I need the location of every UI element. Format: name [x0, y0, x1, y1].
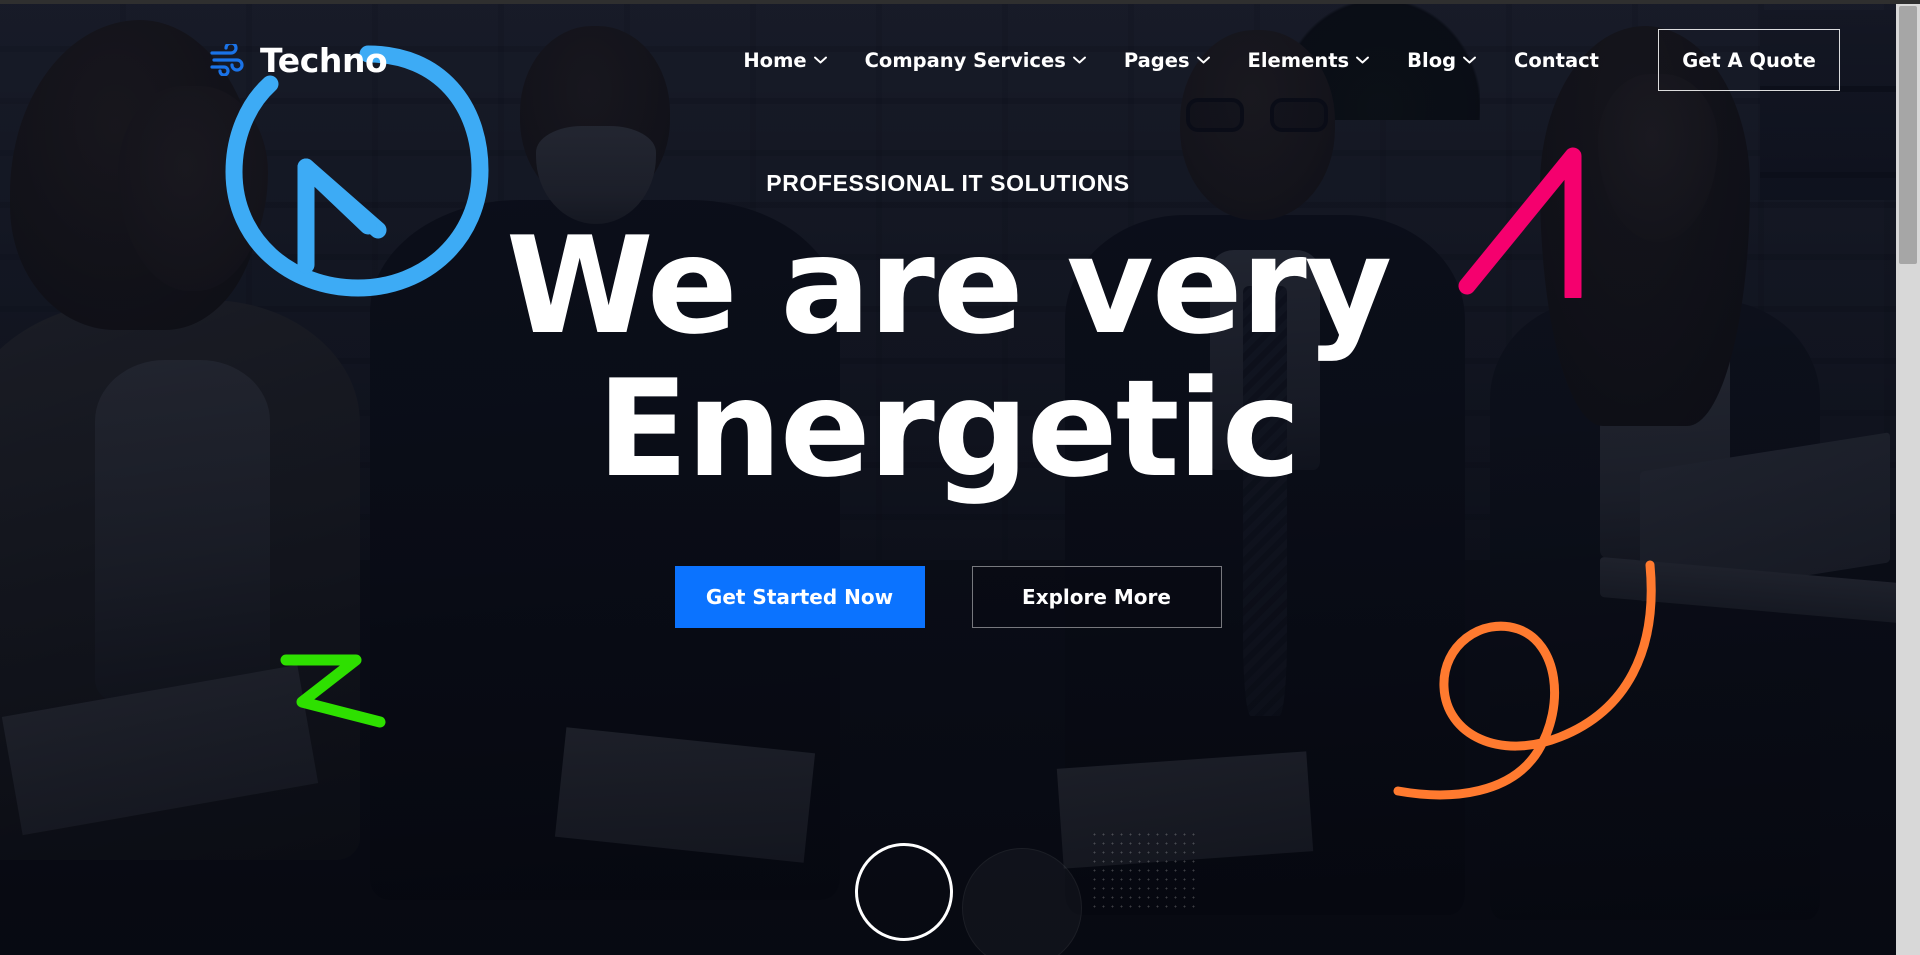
nav-label: Company Services	[864, 48, 1066, 72]
nav-label: Elements	[1247, 48, 1350, 72]
hero-title-line-2: Energetic	[596, 351, 1301, 508]
nav-item-elements[interactable]: Elements	[1229, 39, 1389, 82]
hero-title: We are very Energetic	[506, 214, 1392, 502]
get-started-now-button[interactable]: Get Started Now	[674, 565, 925, 628]
chevron-down-icon	[1072, 56, 1086, 64]
chevron-down-icon	[813, 56, 827, 64]
hero-actions: Get Started Now Explore More	[674, 565, 1222, 628]
browser-top-edge	[0, 0, 1920, 4]
brand-name: Techno	[260, 40, 388, 80]
nav-label: Contact	[1514, 48, 1599, 72]
hero-section: PROFESSIONAL IT SOLUTIONS We are very En…	[0, 170, 1896, 628]
hero-title-line-1: We are very	[505, 208, 1392, 364]
site-header: Techno Home Company Services Pages Eleme…	[0, 0, 1896, 120]
chevron-down-icon	[1196, 56, 1210, 64]
hero-subtitle: PROFESSIONAL IT SOLUTIONS	[766, 170, 1130, 196]
decorative-dot-grid	[1090, 830, 1200, 910]
wind-icon	[210, 44, 244, 76]
nav-item-home[interactable]: Home	[724, 39, 845, 82]
page-scrollbar[interactable]	[1896, 0, 1920, 955]
chevron-down-icon	[1463, 56, 1476, 64]
main-navigation: Home Company Services Pages Elements Blo…	[724, 29, 1840, 91]
get-a-quote-button[interactable]: Get A Quote	[1658, 29, 1840, 91]
nav-label: Blog	[1407, 48, 1457, 72]
scroll-indicator-circle[interactable]	[855, 843, 953, 941]
scrollbar-thumb[interactable]	[1899, 6, 1917, 264]
nav-item-company-services[interactable]: Company Services	[846, 39, 1105, 82]
chevron-down-icon	[1356, 56, 1370, 64]
nav-item-contact[interactable]: Contact	[1495, 39, 1618, 82]
nav-label: Home	[743, 48, 807, 72]
brand-logo-link[interactable]: Techno	[210, 40, 388, 80]
page-root: Techno Home Company Services Pages Eleme…	[0, 0, 1920, 955]
nav-item-pages[interactable]: Pages	[1105, 39, 1229, 82]
explore-more-button[interactable]: Explore More	[971, 565, 1222, 628]
nav-label: Pages	[1123, 48, 1190, 72]
nav-item-blog[interactable]: Blog	[1388, 39, 1495, 82]
